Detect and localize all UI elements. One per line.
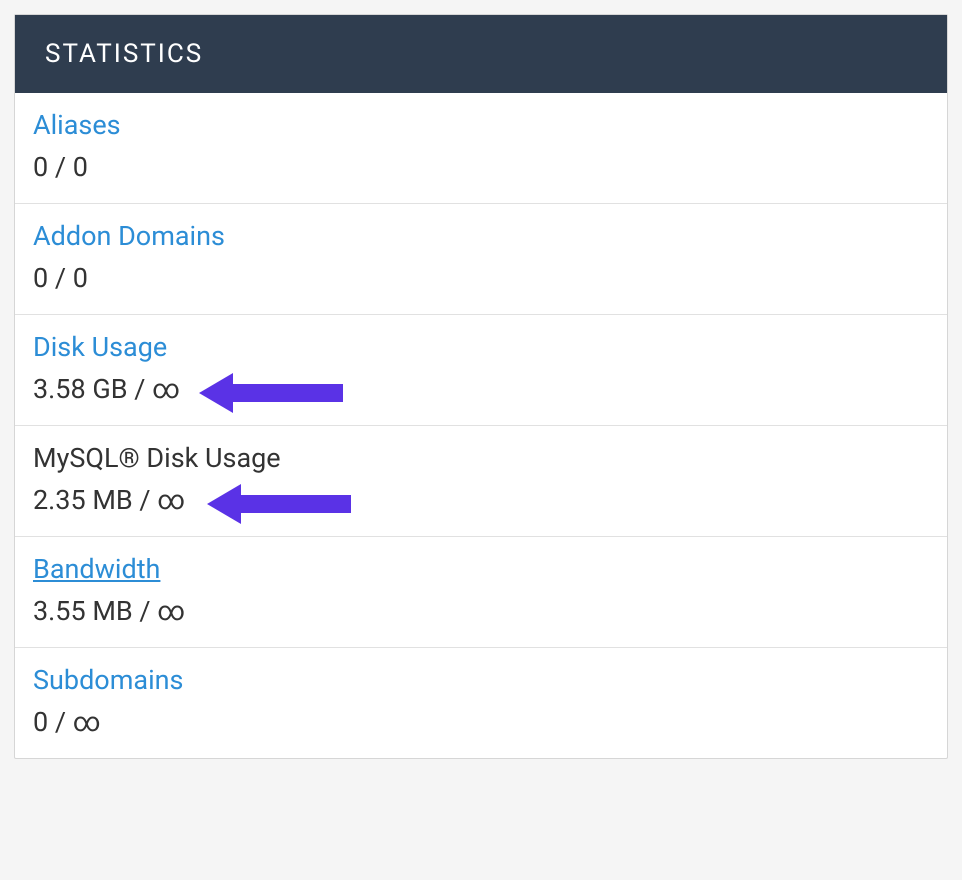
annotation-arrow-icon <box>207 484 351 524</box>
stat-value-aliases: 0 / 0 <box>33 151 88 183</box>
stat-label-aliases[interactable]: Aliases <box>33 109 121 141</box>
stat-row-disk-usage: Disk Usage 3.58 GB / ∞ <box>15 315 947 426</box>
stat-row-bandwidth: Bandwidth 3.55 MB / ∞ <box>15 537 947 648</box>
stat-label-bandwidth[interactable]: Bandwidth <box>33 553 160 585</box>
stat-value-disk-usage: 3.58 GB / ∞ <box>33 373 180 405</box>
statistics-panel: STATISTICS Aliases 0 / 0 Addon Domains 0… <box>14 14 948 759</box>
stat-label-subdomains[interactable]: Subdomains <box>33 664 183 696</box>
stat-row-subdomains: Subdomains 0 / ∞ <box>15 648 947 758</box>
panel-title: STATISTICS <box>15 15 947 93</box>
stat-row-mysql-disk-usage: MySQL® Disk Usage 2.35 MB / ∞ <box>15 426 947 537</box>
stat-value-addon-domains: 0 / 0 <box>33 262 88 294</box>
stat-value-mysql-disk-usage: 2.35 MB / ∞ <box>33 484 185 516</box>
stat-row-addon-domains: Addon Domains 0 / 0 <box>15 204 947 315</box>
stat-value-bandwidth: 3.55 MB / ∞ <box>33 595 185 627</box>
stat-label-disk-usage[interactable]: Disk Usage <box>33 331 167 363</box>
annotation-arrow-icon <box>199 373 343 413</box>
stat-value-subdomains: 0 / ∞ <box>33 706 100 738</box>
stat-label-mysql-disk-usage: MySQL® Disk Usage <box>33 442 281 474</box>
stat-label-addon-domains[interactable]: Addon Domains <box>33 220 225 252</box>
stat-row-aliases: Aliases 0 / 0 <box>15 93 947 204</box>
